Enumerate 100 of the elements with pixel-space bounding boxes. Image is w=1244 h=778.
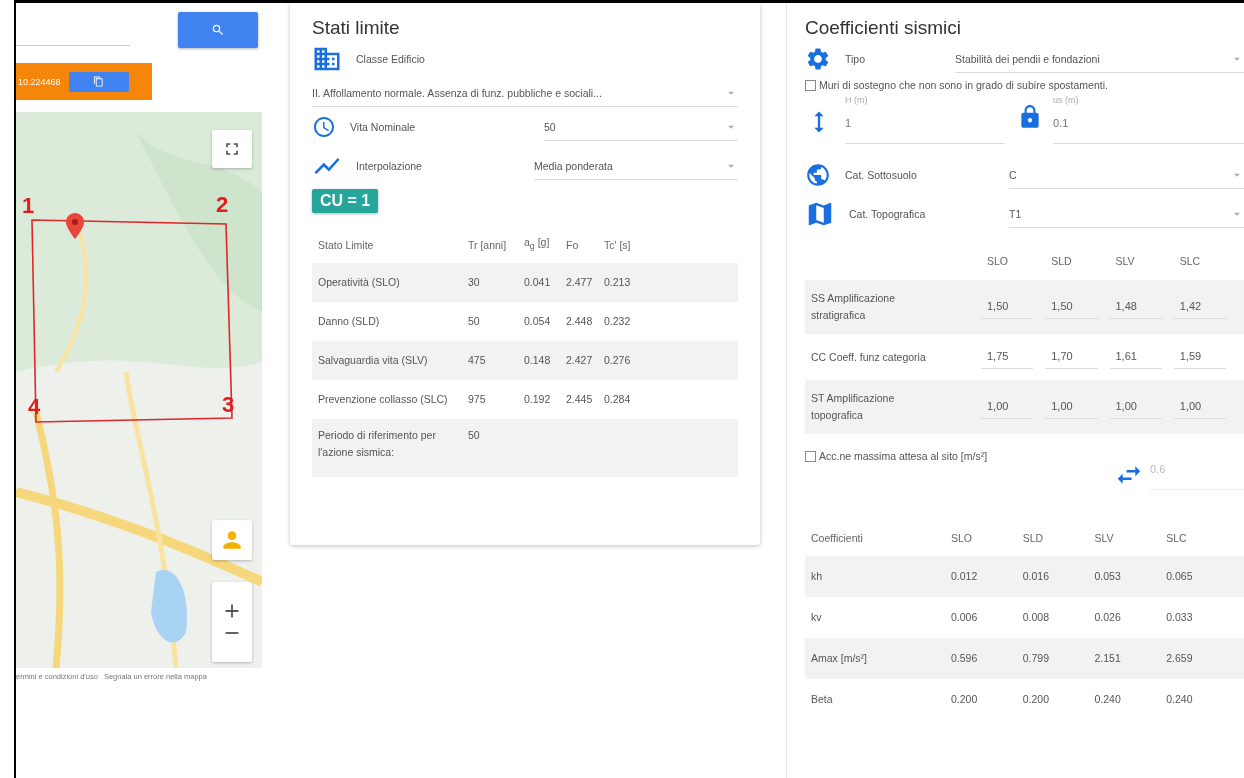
corner-label: 2 xyxy=(216,194,229,216)
column-header: SLO xyxy=(951,530,973,546)
number-field[interactable]: 1,00 xyxy=(981,395,1034,419)
column-header: Tr [anni] xyxy=(468,237,508,253)
number-field[interactable]: 1,50 xyxy=(1045,295,1098,319)
table-cell-text: 2.477 xyxy=(566,275,594,290)
table-cell-text: kh xyxy=(811,569,824,584)
table-cell-text: 0.148 xyxy=(524,353,552,368)
section-title: Coefficienti sismici xyxy=(805,16,962,39)
table-cell-text: 30 xyxy=(468,275,481,290)
table-cell-text: 2.427 xyxy=(566,353,594,368)
column-header: SLC xyxy=(1166,530,1188,546)
gear-icon xyxy=(805,46,831,72)
corner-label: 1 xyxy=(22,195,35,217)
table-cell-text: kv xyxy=(811,610,823,625)
copy-button[interactable] xyxy=(68,71,129,92)
table-cell-text: 0.276 xyxy=(604,353,632,368)
checkbox[interactable] xyxy=(805,79,816,91)
column-header: SLC xyxy=(1178,253,1202,269)
column-header: Fo xyxy=(566,237,580,253)
row-label: ST Amplificazione topografica xyxy=(811,391,896,423)
table-cell-text: 0.213 xyxy=(604,275,632,290)
table-cell-text: Amax [m/s²] xyxy=(811,651,868,666)
column-header: SLD xyxy=(1022,530,1045,546)
number-field[interactable]: 1,50 xyxy=(981,295,1034,319)
table-cell-text: 0.200 xyxy=(951,692,979,707)
table-cell-text: 50 xyxy=(468,314,481,329)
table-cell-text: 0.008 xyxy=(1022,610,1051,625)
number-field[interactable]: 1,00 xyxy=(1109,395,1162,419)
field-label: Cat. Sottosuolo xyxy=(845,169,918,181)
search-icon xyxy=(211,23,225,37)
dropdown[interactable]: II. Affollamento normale. Assenza di funz. pubbliche e sociali... xyxy=(312,79,738,107)
table-cell-text: Prevenzione collasso (SLC) xyxy=(318,392,449,407)
globe-icon xyxy=(805,162,831,188)
column-header: Tc' [s] xyxy=(604,237,632,253)
table-cell-text: 0.799 xyxy=(1022,651,1051,666)
table-cell-text: 2.448 xyxy=(566,314,594,329)
table-cell-text: 0.065 xyxy=(1166,569,1194,584)
table-cell-text: 475 xyxy=(468,353,487,368)
street-view-button[interactable] xyxy=(212,520,252,560)
card-title: Stati limite xyxy=(312,16,401,39)
field-label: Cat. Topografica xyxy=(849,208,927,220)
column-header: Coefficienti xyxy=(811,530,864,546)
table-cell-text: 0.016 xyxy=(1022,569,1051,584)
checkbox-label: Acc.ne massima attesa al sito [m/s²] xyxy=(819,450,988,462)
table-cell-text: 0.240 xyxy=(1094,692,1122,707)
dropdown[interactable]: Media ponderata xyxy=(534,152,738,180)
table-cell-text: 0.596 xyxy=(951,651,979,666)
table-cell-text: 0.012 xyxy=(951,569,979,584)
number-field[interactable]: 1,61 xyxy=(1109,345,1162,369)
checkbox-label: Muri di sostegno che non sono in grado di subire spostamenti. xyxy=(819,79,1108,91)
table-cell-text: 50 xyxy=(468,428,481,443)
number-field[interactable]: 1,42 xyxy=(1173,295,1226,319)
column-header: SLV xyxy=(1114,253,1136,269)
column-header: Stato Limite xyxy=(318,237,375,253)
table-cell-text: Salvaguardia vita (SLV) xyxy=(318,353,429,368)
column-header: SLO xyxy=(986,253,1009,269)
column-header: SLD xyxy=(1050,253,1073,269)
number-field[interactable]: 1,00 xyxy=(1045,395,1098,419)
number-field[interactable]: 1,00 xyxy=(1173,395,1226,419)
table-cell-text: 0.054 xyxy=(524,314,552,329)
height-field[interactable]: H (m) 1 xyxy=(845,95,1005,144)
number-field[interactable]: 1,59 xyxy=(1173,345,1226,369)
copy-icon xyxy=(93,76,105,87)
table-cell-text: 0.041 xyxy=(524,275,552,290)
table-cell-text: 0.053 xyxy=(1094,569,1122,584)
dropdown[interactable]: C xyxy=(1009,161,1244,189)
table-cell-text: Periodo di riferimento per l'azione sismica: xyxy=(318,428,437,460)
table-cell-text: 0.006 xyxy=(951,610,979,625)
dropdown[interactable]: T1 xyxy=(1009,200,1244,228)
number-field[interactable]: 1,75 xyxy=(981,345,1034,369)
row-label: CC Coeff. funz categoria xyxy=(811,349,927,365)
table-cell-text: Danno (SLD) xyxy=(318,314,381,329)
number-field[interactable]: 1,48 xyxy=(1109,295,1162,319)
clock-icon xyxy=(312,115,336,139)
cu-badge: CU = 1 xyxy=(312,189,379,213)
field-label: Tipo xyxy=(845,53,867,65)
table-cell-text: 0.192 xyxy=(524,392,552,407)
checkbox[interactable] xyxy=(805,450,816,462)
table-cell-text: 2.151 xyxy=(1094,651,1122,666)
table-cell-text: Beta xyxy=(811,692,834,707)
table-cell-text: 2.659 xyxy=(1166,651,1194,666)
table-cell-text: 2.445 xyxy=(566,392,594,407)
field-label: Classe Edificio xyxy=(356,53,425,65)
table-cell-text: 0.240 xyxy=(1166,692,1194,707)
coordinates-text: 10.224468 xyxy=(18,76,61,87)
field-label: Interpolazione xyxy=(356,160,423,172)
table-cell-text: 0.232 xyxy=(604,314,632,329)
table-cell-text: 0.026 xyxy=(1094,610,1122,625)
table-cell-text: 0.033 xyxy=(1166,610,1194,625)
dropdown[interactable]: 50 xyxy=(544,113,738,141)
field-label: Vita Nominale xyxy=(350,121,417,133)
dropdown[interactable]: Stabilità dei pendii e fondazioni xyxy=(955,45,1244,73)
row-label: SS Amplificazione stratigrafica xyxy=(811,291,897,323)
number-field[interactable]: 1,70 xyxy=(1045,345,1098,369)
column-header: SLV xyxy=(1094,530,1115,546)
us-field[interactable]: us (m) 0.1 xyxy=(1053,95,1244,144)
fullscreen-button[interactable] xyxy=(212,130,252,168)
map-pin-icon xyxy=(66,213,84,239)
table-cell-text: Operatività (SLO) xyxy=(318,275,401,290)
